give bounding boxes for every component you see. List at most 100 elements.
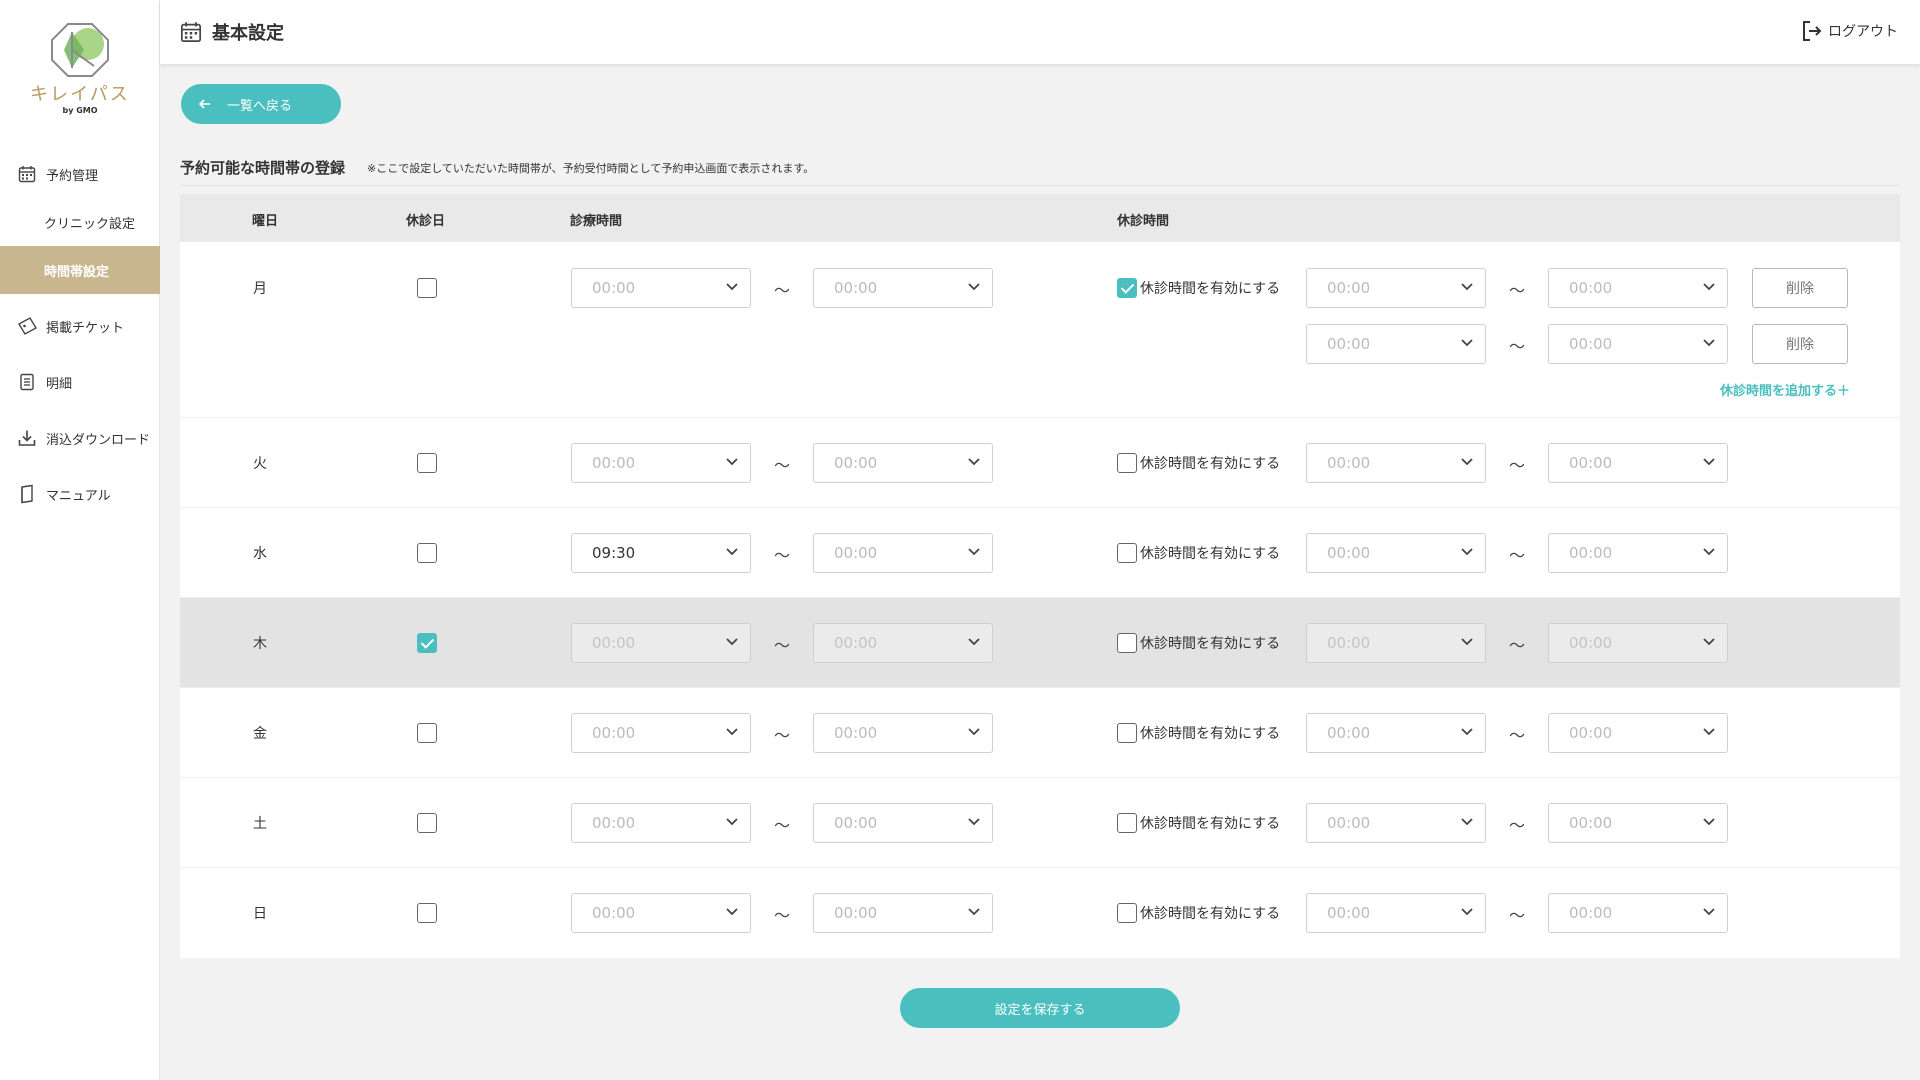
break-end-select[interactable]: 00:00 bbox=[1548, 533, 1728, 573]
break-start-select[interactable]: 00:00 bbox=[1306, 713, 1486, 753]
break-enable-toggle[interactable]: 休診時間を有効にする bbox=[1117, 633, 1280, 653]
hours-start-select[interactable]: 00:00 bbox=[571, 803, 751, 843]
holiday-checkbox[interactable] bbox=[417, 633, 437, 653]
hours-end-select[interactable]: 00:00 bbox=[813, 623, 993, 663]
sidebar-item-time-settings[interactable]: 時間帯設定 bbox=[0, 246, 160, 294]
back-label: 一覧へ戻る bbox=[227, 97, 293, 113]
download-icon bbox=[16, 427, 38, 449]
range-separator: 〜 bbox=[773, 456, 790, 475]
hours-start-select[interactable]: 09:30 bbox=[571, 533, 751, 573]
break-enable-toggle[interactable]: 休診時間を有効にする bbox=[1117, 903, 1280, 923]
delete-break-button[interactable]: 削除 bbox=[1752, 268, 1848, 308]
sidebar-item-statements[interactable]: 明細 bbox=[0, 358, 160, 406]
hours-start-select[interactable]: 00:00 bbox=[571, 268, 751, 308]
sidebar-item-reservations[interactable]: 予約管理 bbox=[0, 150, 160, 198]
break-end-select[interactable]: 00:00 bbox=[1548, 803, 1728, 843]
section-title: 予約可能な時間帯の登録 bbox=[180, 159, 346, 177]
break-end-select[interactable]: 00:00 bbox=[1548, 623, 1728, 663]
holiday-checkbox[interactable] bbox=[417, 723, 437, 743]
break-start-select[interactable]: 00:00 bbox=[1306, 268, 1486, 308]
chevron-down-icon bbox=[726, 728, 738, 736]
sidebar-item-clinic-settings[interactable]: クリニック設定 bbox=[0, 198, 160, 246]
sidebar: キレイパス by GMO 予約管理 クリニック設定 時間帯設定 掲載チケット 明… bbox=[0, 0, 160, 1080]
section-header: 予約可能な時間帯の登録 ※ここで設定していただいた時間帯が、予約受付時間として予… bbox=[180, 150, 1900, 186]
select-value: 00:00 bbox=[592, 904, 636, 922]
break-enable-checkbox[interactable] bbox=[1117, 723, 1137, 743]
sidebar-item-label: クリニック設定 bbox=[44, 216, 136, 232]
break-start-select[interactable]: 00:00 bbox=[1306, 533, 1486, 573]
break-enable-label: 休診時間を有効にする bbox=[1140, 456, 1281, 472]
chevron-down-icon bbox=[726, 283, 738, 291]
sidebar-item-download[interactable]: 消込ダウンロード bbox=[0, 414, 160, 462]
break-end-select[interactable]: 00:00 bbox=[1548, 268, 1728, 308]
break-enable-checkbox[interactable] bbox=[1117, 633, 1137, 653]
select-value: 00:00 bbox=[834, 544, 878, 562]
brand-logo[interactable]: キレイパス by GMO bbox=[0, 22, 160, 132]
hours-end-select[interactable]: 00:00 bbox=[813, 803, 993, 843]
select-value: 00:00 bbox=[1569, 454, 1613, 472]
break-enable-checkbox[interactable] bbox=[1117, 278, 1137, 298]
select-value: 00:00 bbox=[834, 634, 878, 652]
break-end-select[interactable]: 00:00 bbox=[1548, 893, 1728, 933]
chevron-down-icon bbox=[1461, 908, 1473, 916]
break-start-select[interactable]: 00:00 bbox=[1306, 443, 1486, 483]
break-start-select[interactable]: 00:00 bbox=[1306, 324, 1486, 364]
break-enable-toggle[interactable]: 休診時間を有効にする bbox=[1117, 453, 1280, 473]
break-start-select[interactable]: 00:00 bbox=[1306, 893, 1486, 933]
day-label: 木 bbox=[253, 636, 267, 652]
break-enable-checkbox[interactable] bbox=[1117, 903, 1137, 923]
chevron-down-icon bbox=[1703, 638, 1715, 646]
chevron-down-icon bbox=[1703, 728, 1715, 736]
page-title: 基本設定 bbox=[180, 19, 284, 45]
range-separator: 〜 bbox=[1508, 816, 1525, 835]
calendar-icon bbox=[180, 22, 202, 43]
select-value: 00:00 bbox=[1569, 814, 1613, 832]
column-header-holiday: 休診日 bbox=[406, 214, 446, 229]
holiday-checkbox[interactable] bbox=[417, 278, 437, 298]
sidebar-item-manual[interactable]: マニュアル bbox=[0, 470, 160, 518]
break-enable-toggle[interactable]: 休診時間を有効にする bbox=[1117, 543, 1280, 563]
logout-button[interactable]: ログアウト bbox=[1802, 20, 1898, 42]
break-start-select[interactable]: 00:00 bbox=[1306, 623, 1486, 663]
table-row: 水 09:30 〜 00:00 休診時間を有効にする 00:00 〜 00:00 bbox=[180, 508, 1900, 598]
break-enable-checkbox[interactable] bbox=[1117, 813, 1137, 833]
chevron-down-icon bbox=[968, 908, 980, 916]
hours-start-select[interactable]: 00:00 bbox=[571, 713, 751, 753]
back-to-list-button[interactable]: 一覧へ戻る bbox=[181, 84, 341, 124]
holiday-checkbox[interactable] bbox=[417, 543, 437, 563]
select-value: 00:00 bbox=[592, 724, 636, 742]
hours-end-select[interactable]: 00:00 bbox=[813, 268, 993, 308]
holiday-checkbox[interactable] bbox=[417, 903, 437, 923]
break-end-select[interactable]: 00:00 bbox=[1548, 443, 1728, 483]
sidebar-item-label: 掲載チケット bbox=[46, 320, 125, 336]
hours-start-select[interactable]: 00:00 bbox=[571, 893, 751, 933]
break-enable-label: 休診時間を有効にする bbox=[1140, 546, 1281, 562]
hours-end-select[interactable]: 00:00 bbox=[813, 713, 993, 753]
break-end-select[interactable]: 00:00 bbox=[1548, 713, 1728, 753]
break-start-select[interactable]: 00:00 bbox=[1306, 803, 1486, 843]
break-end-select[interactable]: 00:00 bbox=[1548, 324, 1728, 364]
break-enable-toggle[interactable]: 休診時間を有効にする bbox=[1117, 278, 1280, 298]
chevron-down-icon bbox=[1703, 908, 1715, 916]
column-header-break: 休診時間 bbox=[1117, 214, 1170, 229]
hours-end-select[interactable]: 00:00 bbox=[813, 533, 993, 573]
sidebar-item-tickets[interactable]: 掲載チケット bbox=[0, 302, 160, 350]
delete-break-button[interactable]: 削除 bbox=[1752, 324, 1848, 364]
break-enable-checkbox[interactable] bbox=[1117, 453, 1137, 473]
holiday-checkbox[interactable] bbox=[417, 453, 437, 473]
break-enable-checkbox[interactable] bbox=[1117, 543, 1137, 563]
section-note: ※ここで設定していただいた時間帯が、予約受付時間として予約申込画面で表示されます… bbox=[367, 161, 815, 175]
hours-start-select[interactable]: 00:00 bbox=[571, 623, 751, 663]
holiday-checkbox[interactable] bbox=[417, 813, 437, 833]
hours-start-select[interactable]: 00:00 bbox=[571, 443, 751, 483]
hours-end-select[interactable]: 00:00 bbox=[813, 443, 993, 483]
break-enable-toggle[interactable]: 休診時間を有効にする bbox=[1117, 813, 1280, 833]
add-break-link[interactable]: 休診時間を追加する＋ bbox=[1720, 380, 1850, 399]
hours-end-select[interactable]: 00:00 bbox=[813, 893, 993, 933]
chevron-down-icon bbox=[968, 818, 980, 826]
brand-mark-icon bbox=[51, 23, 109, 77]
select-value: 00:00 bbox=[1569, 335, 1613, 353]
break-enable-toggle[interactable]: 休診時間を有効にする bbox=[1117, 723, 1280, 743]
chevron-down-icon bbox=[1461, 339, 1473, 347]
save-settings-button[interactable]: 設定を保存する bbox=[900, 988, 1180, 1028]
